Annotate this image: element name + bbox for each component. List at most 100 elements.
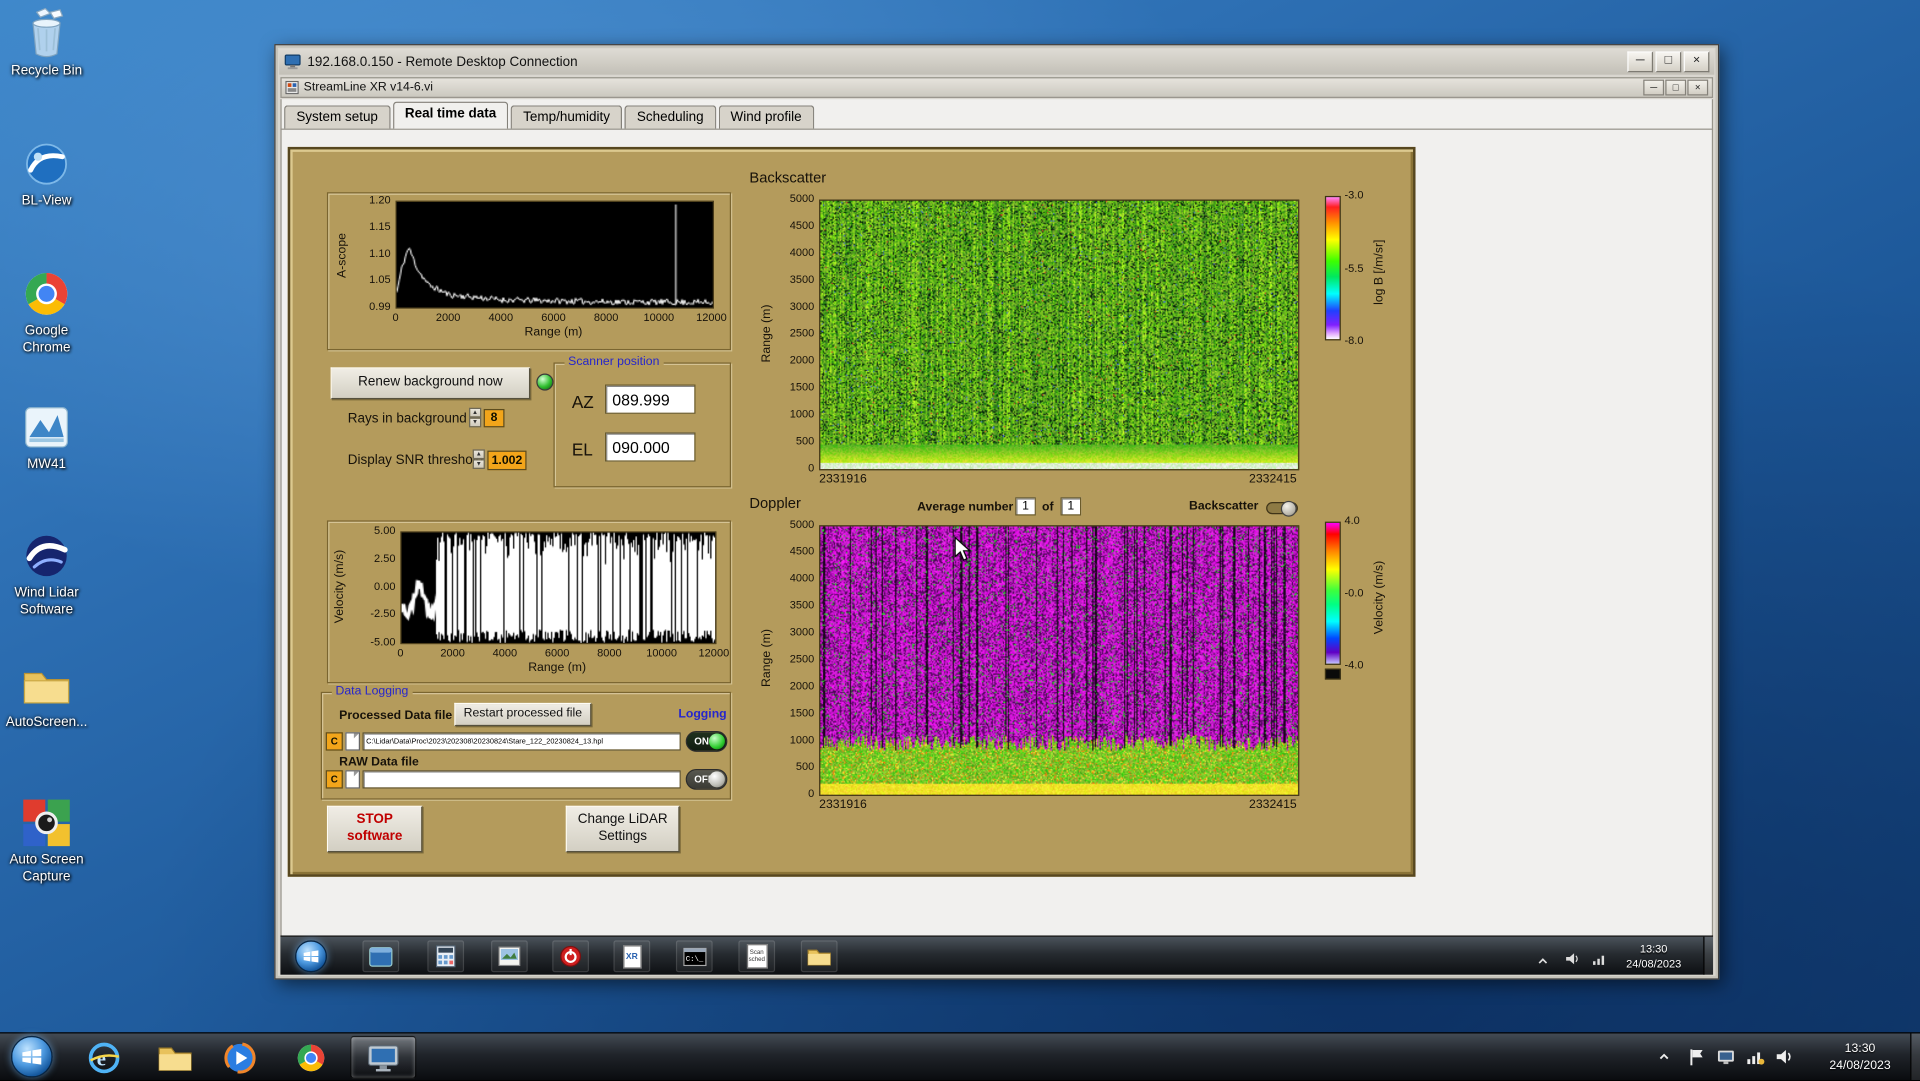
app-restore-button[interactable]: □ — [1665, 79, 1687, 96]
remote-tray-network-icon[interactable] — [1588, 948, 1610, 970]
raw-logging-toggle[interactable]: OFF — [685, 768, 728, 790]
remote-taskbar-icon-terminal[interactable]: C:\_ — [675, 940, 713, 973]
tick-label: 500 — [795, 434, 815, 447]
tick-label: 2.50 — [374, 551, 396, 565]
show-desktop-button[interactable] — [1910, 1033, 1920, 1080]
remote-clock-time: 13:30 — [1639, 942, 1668, 955]
doppler-x-start: 2331916 — [819, 798, 867, 812]
rdp-minimize-button[interactable]: ─ — [1627, 51, 1654, 73]
raw-file-path[interactable] — [362, 770, 681, 789]
tick-label: 0.00 — [374, 579, 396, 593]
desktop-icon-auto-screen-capture[interactable]: Auto Screen Capture — [0, 796, 93, 886]
desktop-icon-wind-lidar[interactable]: Wind Lidar Software — [0, 529, 93, 619]
chrome-icon — [20, 267, 74, 321]
tick-label: -4.0 — [1344, 658, 1364, 672]
processed-drive-box[interactable]: C — [325, 732, 343, 751]
restart-processed-file-button[interactable]: Restart processed file — [454, 702, 592, 727]
velocity-ylabel: Velocity (m/s) — [333, 549, 347, 624]
tray-hidden-icons-button[interactable] — [1653, 1046, 1675, 1068]
tick-label: 5000 — [789, 517, 815, 531]
processed-logging-toggle[interactable]: ON — [685, 731, 728, 752]
average-number-label: Average number — [917, 500, 1014, 515]
remote-taskbar-icon-scan-scheduler[interactable]: Scan sched — [738, 940, 776, 973]
tick-label: 1500 — [789, 380, 815, 394]
desktop-icon-bl-view[interactable]: BL-View — [0, 137, 93, 210]
tick-label: 12000 — [696, 311, 727, 324]
backscatter-toggle[interactable] — [1266, 500, 1298, 517]
tray-volume-icon[interactable] — [1773, 1046, 1795, 1068]
tray-network-icon[interactable] — [1744, 1046, 1766, 1068]
app-minimize-button[interactable]: ─ — [1643, 79, 1665, 96]
remote-show-desktop-button[interactable] — [1703, 936, 1714, 975]
desktop-icon-autoscreen[interactable]: AutoScreen... — [0, 659, 93, 732]
desktop-icon-label: Wind Lidar Software — [14, 585, 79, 617]
remote-tray-chevron-icon[interactable] — [1532, 950, 1554, 972]
taskbar-icon-chrome[interactable] — [279, 1036, 343, 1079]
remote-taskbar-icon-streamline-xr[interactable]: XR — [613, 940, 651, 973]
tick-label: 1.10 — [369, 246, 391, 259]
processed-file-path[interactable]: C:\Lidar\Data\Proc\2023\202308\20230824\… — [362, 732, 681, 751]
el-value[interactable]: 090.000 — [604, 432, 696, 462]
remote-start-orb[interactable] — [295, 940, 327, 973]
desktop-icon-google-chrome[interactable]: Google Chrome — [0, 267, 93, 357]
start-button[interactable] — [11, 1035, 53, 1078]
tick-label: -5.00 — [370, 635, 396, 648]
taskbar-icon-media-player[interactable] — [208, 1036, 272, 1079]
remote-taskbar-icon-viewer[interactable] — [491, 940, 528, 973]
rdp-maximize-button[interactable]: □ — [1655, 51, 1682, 73]
raw-drive-box[interactable]: C — [325, 770, 343, 789]
average-number-value[interactable]: 1 — [1015, 497, 1036, 516]
processed-data-file-label: Processed Data file — [339, 708, 453, 723]
snr-value[interactable]: 1.002 — [487, 450, 527, 471]
mw41-icon — [20, 400, 74, 454]
stop-line1: STOP — [356, 812, 393, 827]
data-logging-group: Data Logging Processed Data file Restart… — [320, 684, 732, 800]
stop-software-button[interactable]: STOP software — [326, 805, 423, 853]
taskbar-icon-remote-desktop[interactable] — [350, 1035, 417, 1079]
remote-taskbar-icon-app-window[interactable] — [362, 940, 400, 973]
velocity-graph: Velocity (m/s) 5.00 2.50 0.00 -2.50 -5.00 0 2… — [326, 520, 732, 684]
az-value[interactable]: 089.999 — [604, 384, 696, 414]
rays-spinner[interactable]: ▲ ▼ — [468, 407, 482, 428]
rdp-close-button[interactable]: × — [1683, 51, 1710, 73]
tick-label: 2000 — [435, 311, 461, 324]
tick-label: 6000 — [544, 646, 570, 659]
app-close-button[interactable]: × — [1687, 79, 1709, 96]
ascope-yticks: 1.20 1.15 1.10 1.05 0.99 — [358, 194, 391, 313]
rays-value[interactable]: 8 — [483, 408, 505, 428]
front-panel: A-scope 1.20 1.15 1.10 1.05 0.99 0 2000 4000 60… — [287, 146, 1416, 877]
tab-real-time-data[interactable]: Real time data — [392, 101, 509, 129]
tab-system-setup[interactable]: System setup — [284, 105, 391, 129]
velocity-yticks: 5.00 2.50 0.00 -2.50 -5.00 — [358, 524, 396, 648]
desktop-icon-label: MW41 — [27, 456, 66, 472]
rdp-window-icon — [284, 54, 301, 70]
rdp-titlebar[interactable]: 192.168.0.150 - Remote Desktop Connectio… — [279, 48, 1715, 75]
taskbar-icon-file-explorer[interactable] — [143, 1036, 207, 1079]
remote-tray-volume-icon[interactable] — [1561, 948, 1583, 970]
change-lidar-settings-button[interactable]: Change LiDAR Settings — [565, 805, 680, 853]
renew-background-button[interactable]: Renew background now — [330, 367, 531, 400]
ascope-xticks: 0 2000 4000 6000 8000 10000 12000 — [392, 311, 726, 324]
desktop-icon-recycle-bin[interactable]: Recycle Bin — [0, 7, 93, 80]
tray-action-center-icon[interactable] — [1685, 1046, 1707, 1068]
backscatter-canvas — [820, 200, 1298, 469]
tick-label: 1000 — [789, 733, 815, 746]
doppler-colorbar — [1324, 521, 1341, 665]
tick-label: 4000 — [488, 311, 514, 324]
remote-clock[interactable]: 13:30 24/08/2023 — [1626, 939, 1681, 973]
desktop-icon-mw41[interactable]: MW41 — [0, 400, 93, 473]
remote-taskbar-icon-calculator[interactable] — [427, 940, 465, 973]
of-value[interactable]: 1 — [1060, 497, 1082, 516]
tab-temp-humidity[interactable]: Temp/humidity — [510, 105, 623, 129]
remote-taskbar-icon-folder[interactable] — [800, 940, 838, 973]
app-titlebar[interactable]: StreamLine XR v14-6.vi ─ □ × — [280, 77, 1714, 98]
remote-taskbar-icon-power-off[interactable] — [552, 940, 589, 973]
snr-spinner[interactable]: ▲ ▼ — [472, 449, 485, 469]
taskbar-clock[interactable]: 13:30 24/08/2023 — [1810, 1033, 1910, 1081]
tick-label: 4000 — [789, 571, 815, 585]
tab-scheduling[interactable]: Scheduling — [624, 105, 716, 129]
tab-wind-profile[interactable]: Wind profile — [718, 105, 814, 129]
tray-rdp-indicator-icon[interactable] — [1714, 1046, 1736, 1068]
tick-label: 5.00 — [374, 524, 396, 537]
taskbar-icon-internet-explorer[interactable]: e — [72, 1036, 136, 1079]
